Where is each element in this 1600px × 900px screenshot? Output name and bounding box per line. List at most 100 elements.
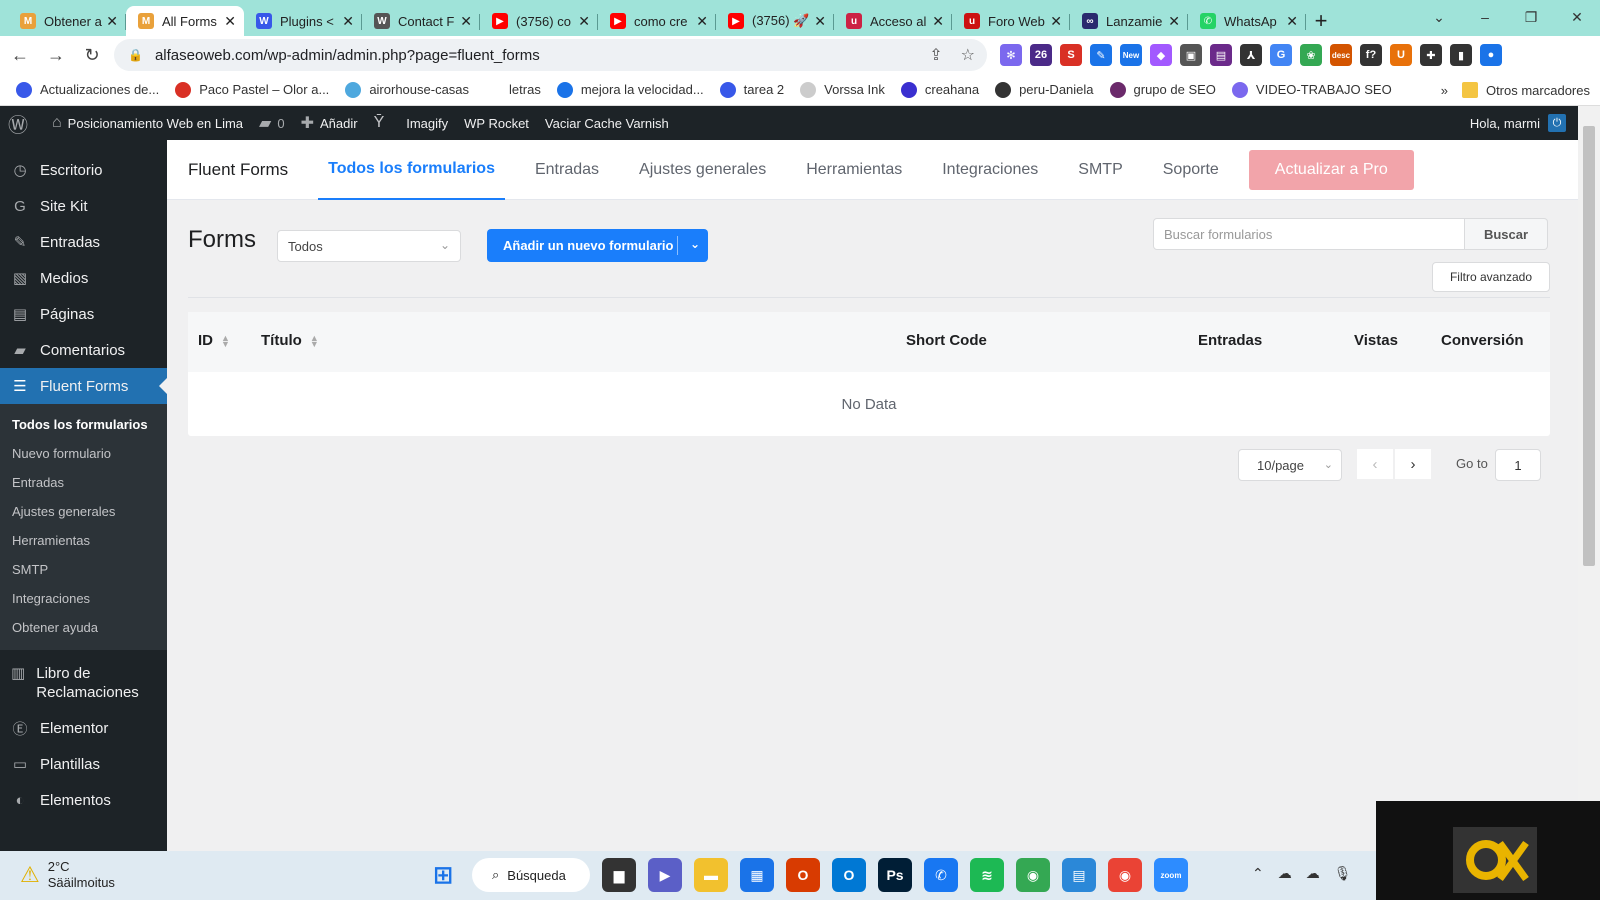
weather-widget[interactable]: ⚠ 2°C Sääilmoitus bbox=[20, 859, 115, 891]
tab-search-icon[interactable]: ⌄ bbox=[1416, 0, 1462, 34]
submenu-item[interactable]: Entradas bbox=[0, 468, 167, 497]
bookmark-item[interactable]: mejora la velocidad... bbox=[556, 81, 704, 98]
submenu-item[interactable]: Ajustes generales bbox=[0, 497, 167, 526]
spotify-icon[interactable]: ≋ bbox=[970, 858, 1004, 892]
extension-icon[interactable]: ✻ bbox=[1000, 44, 1022, 66]
submenu-item[interactable]: SMTP bbox=[0, 555, 167, 584]
browser-tab[interactable]: M All Forms ✕ bbox=[126, 6, 244, 36]
search-button[interactable]: Buscar bbox=[1465, 218, 1548, 250]
other-bookmarks-folder[interactable]: Otros marcadores bbox=[1461, 82, 1590, 98]
reload-icon[interactable]: ↻ bbox=[76, 39, 108, 71]
sidebar-item[interactable]: ▥ Libro de Reclamaciones bbox=[0, 656, 167, 710]
nav-tab[interactable]: SMTP bbox=[1078, 140, 1122, 200]
column-id[interactable]: ID ▲ ▼ bbox=[198, 332, 230, 349]
lock-icon[interactable]: 🔒 bbox=[128, 48, 143, 62]
sidebar-item[interactable]: ◷ Escritorio bbox=[0, 152, 167, 188]
account-menu[interactable]: Hola, marmi ⏻ bbox=[1470, 106, 1566, 140]
maximize-icon[interactable]: ❐ bbox=[1508, 0, 1554, 34]
extension-icon[interactable]: ▣ bbox=[1180, 44, 1202, 66]
browser-tab[interactable]: ✆ WhatsAp ✕ bbox=[1188, 6, 1306, 36]
close-tab-icon[interactable]: ✕ bbox=[460, 13, 472, 30]
sidebar-item[interactable]: ☰ Fluent Forms bbox=[0, 368, 167, 404]
browser-tab[interactable]: W Contact F ✕ bbox=[362, 6, 480, 36]
browser-tab[interactable]: ∞ Lanzamie ✕ bbox=[1070, 6, 1188, 36]
bookmark-item[interactable]: creahana bbox=[900, 81, 979, 98]
close-tab-icon[interactable]: ✕ bbox=[814, 13, 826, 30]
nav-tab[interactable]: Ajustes generales bbox=[639, 140, 766, 200]
messenger-icon[interactable]: ✆ bbox=[924, 858, 958, 892]
sort-icon[interactable]: ▲ ▼ bbox=[221, 333, 230, 348]
extension-icon[interactable]: U bbox=[1390, 44, 1412, 66]
close-tab-icon[interactable]: ✕ bbox=[1286, 13, 1298, 30]
extension-icon[interactable]: f? bbox=[1360, 44, 1382, 66]
chrome-icon[interactable]: ◉ bbox=[1016, 858, 1050, 892]
wordpress-logo-icon[interactable]: Ⓦ bbox=[8, 109, 34, 138]
forward-icon[interactable]: → bbox=[40, 39, 72, 71]
extension-icon[interactable]: ⅄ bbox=[1240, 44, 1262, 66]
add-new-link[interactable]: ✚ Añadir bbox=[301, 113, 358, 133]
browser-tab[interactable]: u Foro Web ✕ bbox=[952, 6, 1070, 36]
windows-start-icon[interactable]: ⊞ bbox=[426, 858, 460, 892]
extension-icon[interactable]: 26 bbox=[1030, 44, 1052, 66]
more-bookmarks-button[interactable]: » bbox=[1441, 83, 1448, 98]
office-icon[interactable]: O bbox=[786, 858, 820, 892]
next-page-icon[interactable]: › bbox=[1395, 449, 1431, 479]
close-tab-icon[interactable]: ✕ bbox=[696, 13, 708, 30]
bookmark-item[interactable]: airorhouse-casas bbox=[345, 81, 469, 98]
browser-tab[interactable]: ▶ como cre ✕ bbox=[598, 6, 716, 36]
sidebar-item[interactable]: Ⓔ Elementor bbox=[0, 710, 167, 746]
bookmark-item[interactable]: Vorssa Ink bbox=[800, 81, 885, 98]
sidebar-item[interactable]: ✎ Entradas bbox=[0, 224, 167, 260]
close-tab-icon[interactable]: ✕ bbox=[1168, 13, 1180, 30]
extension-icon[interactable]: ◆ bbox=[1150, 44, 1172, 66]
extension-icon[interactable]: New bbox=[1120, 44, 1142, 66]
submenu-item[interactable]: Obtener ayuda bbox=[0, 613, 167, 642]
advanced-filter-button[interactable]: Filtro avanzado bbox=[1432, 262, 1550, 292]
search-input[interactable]: Buscar formularios bbox=[1153, 218, 1465, 250]
extension-icon[interactable]: ▤ bbox=[1210, 44, 1232, 66]
close-tab-icon[interactable]: ✕ bbox=[1050, 13, 1062, 30]
submenu-item[interactable]: Herramientas bbox=[0, 526, 167, 555]
close-tab-icon[interactable]: ✕ bbox=[106, 13, 118, 30]
extension-icon[interactable]: S bbox=[1060, 44, 1082, 66]
bookmark-item[interactable]: VIDEO-TRABAJO SEO bbox=[1231, 81, 1392, 98]
goto-page-input[interactable]: 1 bbox=[1495, 449, 1541, 481]
chrome-2-icon[interactable]: ◉ bbox=[1108, 858, 1142, 892]
close-tab-icon[interactable]: ✕ bbox=[578, 13, 590, 30]
nav-tab[interactable]: Herramientas bbox=[806, 140, 902, 200]
nav-tab[interactable]: Entradas bbox=[535, 140, 599, 200]
varnish-link[interactable]: Vaciar Cache Varnish bbox=[545, 116, 669, 131]
tray-expand-icon[interactable]: ⌃ bbox=[1252, 865, 1264, 882]
explorer-icon[interactable]: ▬ bbox=[694, 858, 728, 892]
close-tab-icon[interactable]: ✕ bbox=[932, 13, 944, 30]
bookmark-item[interactable]: grupo de SEO bbox=[1109, 81, 1216, 98]
browser-tab[interactable]: W Plugins < ✕ bbox=[244, 6, 362, 36]
dropdown-chevron-icon[interactable]: ⌄ bbox=[690, 237, 700, 251]
browser-tab[interactable]: M Obtener a ✕ bbox=[8, 6, 126, 36]
extension-icon[interactable]: desc bbox=[1330, 44, 1352, 66]
sidebar-item[interactable]: ▤ Páginas bbox=[0, 296, 167, 332]
imagify-link[interactable]: Imagify bbox=[406, 116, 448, 131]
form-type-select[interactable]: Todos ⌄ bbox=[277, 230, 461, 262]
share-icon[interactable]: ⇪ bbox=[929, 45, 942, 65]
extension-icon[interactable]: ❀ bbox=[1300, 44, 1322, 66]
onedrive-icon[interactable]: ☁ bbox=[1278, 865, 1292, 882]
zoom-icon[interactable]: zoom bbox=[1154, 858, 1188, 892]
wp-rocket-link[interactable]: WP Rocket bbox=[464, 116, 529, 131]
close-window-icon[interactable]: ✕ bbox=[1554, 0, 1600, 34]
sidebar-item[interactable]: G Site Kit bbox=[0, 188, 167, 224]
extension-icon[interactable]: G bbox=[1270, 44, 1292, 66]
nav-tab[interactable]: Integraciones bbox=[942, 140, 1038, 200]
comments-link[interactable]: ▰ 0 bbox=[259, 113, 285, 133]
extension-icon[interactable]: ▮ bbox=[1450, 44, 1472, 66]
browser-tab[interactable]: ▶ (3756) co ✕ bbox=[480, 6, 598, 36]
browser-tab[interactable]: ▶ (3756) 🚀 ✕ bbox=[716, 6, 834, 36]
extension-icon[interactable]: ✎ bbox=[1090, 44, 1112, 66]
bookmark-star-icon[interactable]: ☆ bbox=[961, 45, 975, 65]
column-title[interactable]: Título ▲ ▼ bbox=[261, 332, 319, 349]
sidebar-item[interactable]: ▧ Medios bbox=[0, 260, 167, 296]
scrollbar-thumb[interactable] bbox=[1583, 126, 1595, 566]
fluent-forms-brand[interactable]: Fluent Forms bbox=[188, 140, 288, 200]
teams-icon[interactable]: ▶ bbox=[648, 858, 682, 892]
bookmark-item[interactable]: peru-Daniela bbox=[995, 81, 1094, 98]
